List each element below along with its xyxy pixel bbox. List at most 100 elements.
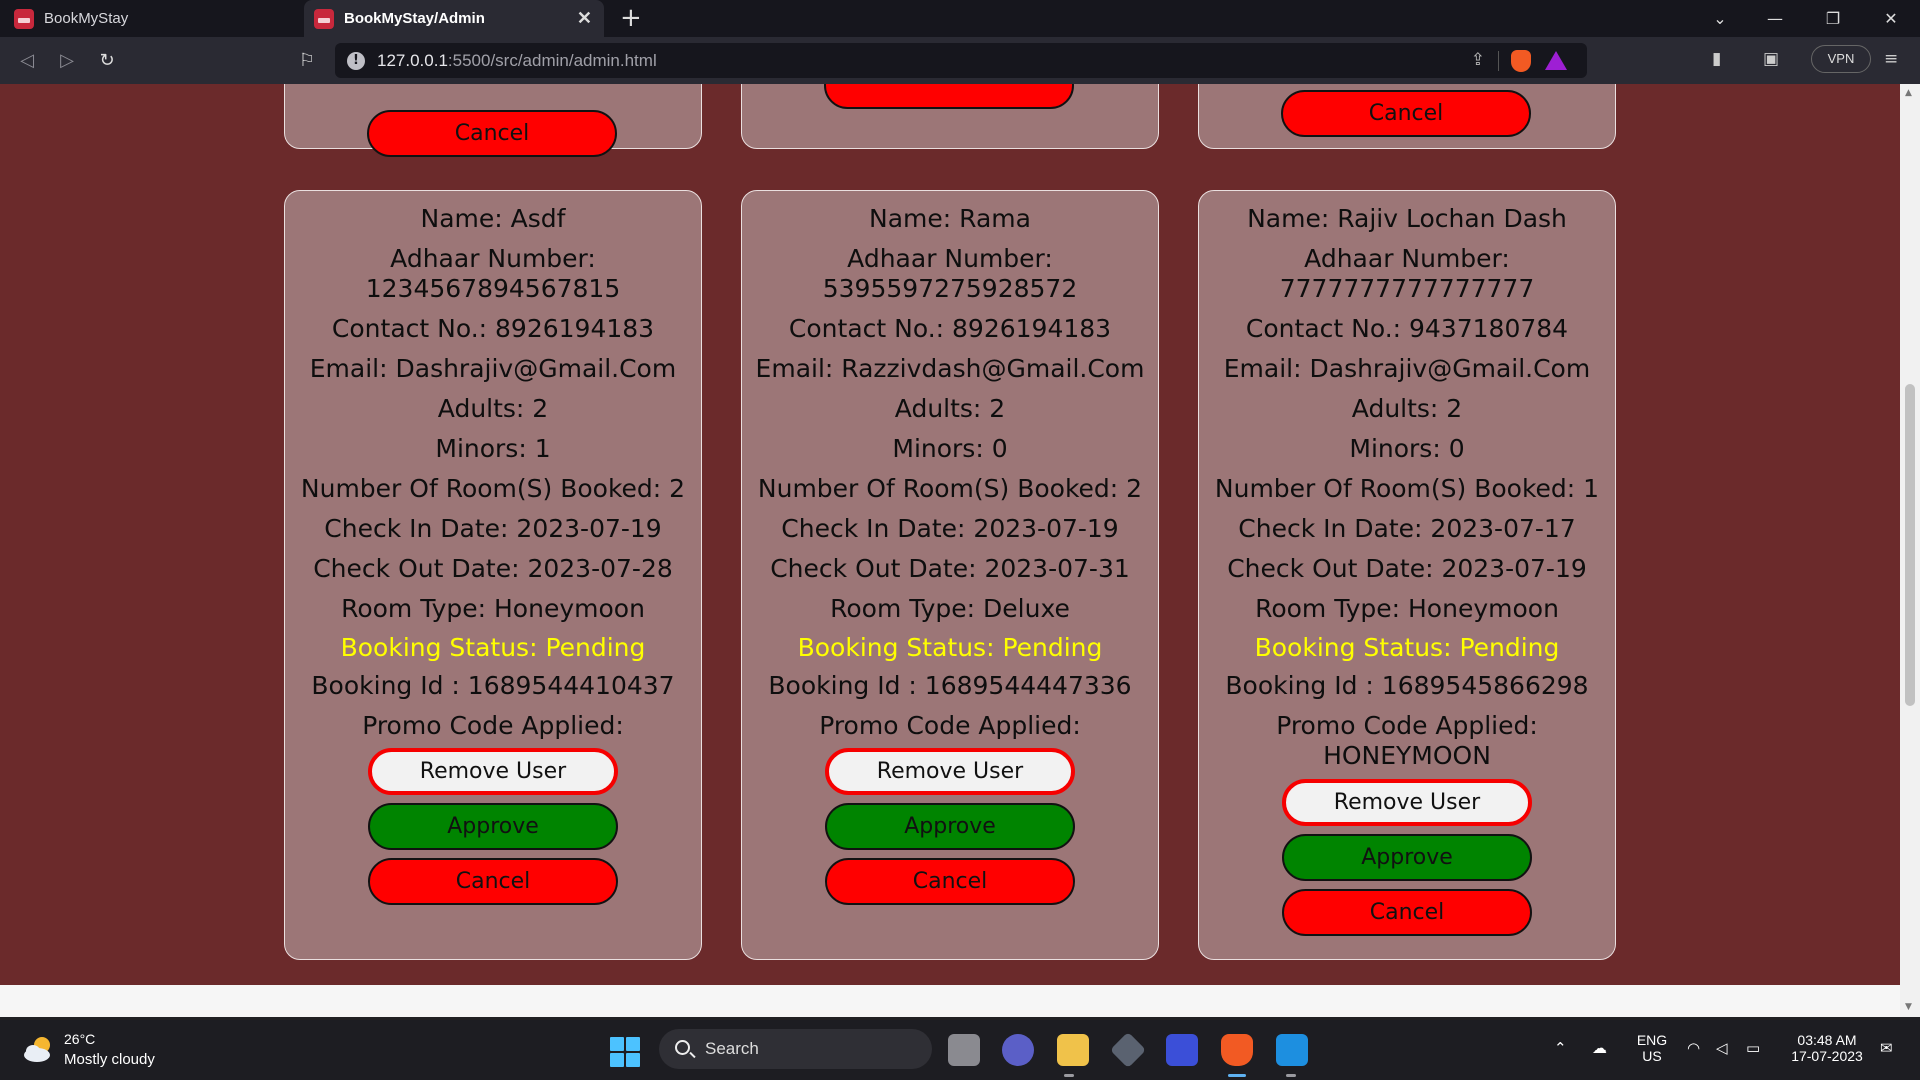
page-scrollbar[interactable]: ▲ ▼ [1900,84,1920,1017]
check-out-date: Check Out Date: 2023-07-31 [770,554,1130,583]
booking-status: Booking Status: Pending [1254,633,1560,662]
search-label: Search [705,1039,759,1058]
booking-id: Booking Id : 1689545866298 [1225,671,1589,700]
vpn-button[interactable]: VPN [1811,45,1871,73]
url-path: :5500/src/admin/admin.html [447,51,657,70]
rooms-booked: Number Of Room(S) Booked: 2 [757,474,1143,503]
app-icon[interactable] [1166,1034,1198,1066]
wifi-icon[interactable]: ◠ [1687,1039,1700,1057]
remove-user-button[interactable]: Remove User [1282,779,1532,826]
scroll-up-icon[interactable]: ▲ [1905,88,1912,98]
cancel-button[interactable] [824,84,1074,109]
volume-icon[interactable]: ◁ [1716,1039,1728,1057]
email: Email: Razzivdash@Gmail.Com [755,354,1145,383]
cancel-button[interactable]: Cancel [368,858,618,905]
cancel-button[interactable]: Cancel [1281,90,1531,137]
tab-bookmystay[interactable]: BookMyStay [0,0,300,37]
language-code: ENG [1636,1032,1668,1048]
cancel-button[interactable]: Cancel [1282,889,1532,936]
forward-icon[interactable]: ▷ [52,45,82,75]
windows-start-icon[interactable] [610,1037,640,1067]
email: Email: Dashrajiv@Gmail.Com [1223,354,1591,383]
booking-status: Booking Status: Pending [797,633,1103,662]
brave-shields-icon[interactable] [1511,50,1531,72]
room-type: Room Type: Honeymoon [341,594,645,623]
rooms-booked: Number Of Room(S) Booked: 1 [1214,474,1600,503]
close-window-icon[interactable]: ✕ [1868,0,1914,37]
share-icon[interactable]: ⇪ [1471,50,1485,70]
url-host: 127.0.0.1 [377,51,448,70]
battery-icon[interactable]: ▭ [1746,1039,1760,1057]
approve-button[interactable]: Approve [368,803,618,850]
adhaar-label: Adhaar Number: [847,244,1053,273]
check-out-date: Check Out Date: 2023-07-19 [1227,554,1587,583]
brave-rewards-icon[interactable] [1545,51,1567,70]
show-hidden-icons-chevron-icon[interactable]: ⌃ [1554,1039,1567,1057]
cancel-button[interactable]: Cancel [367,110,617,157]
active-app-indicator [1228,1074,1246,1077]
remove-user-button[interactable]: Remove User [825,748,1075,795]
contact-number: Contact No.: 9437180784 [1245,314,1569,343]
vscode-icon[interactable] [1276,1034,1308,1066]
browser-toolbar: ◁ ▷ ↻ ⚐ ! 127.0.0.1:5500/src/admin/admin… [0,37,1920,84]
booking-id: Booking Id : 1689544410437 [311,671,675,700]
scroll-down-icon[interactable]: ▼ [1905,1002,1912,1012]
contact-number: Contact No.: 8926194183 [788,314,1112,343]
onedrive-icon[interactable]: ☁ [1592,1039,1607,1057]
back-icon[interactable]: ◁ [12,45,42,75]
file-explorer-icon[interactable] [1057,1034,1089,1066]
adults-count: Adults: 2 [437,394,549,423]
running-indicator [1064,1074,1074,1077]
url-text[interactable]: 127.0.0.1:5500/src/admin/admin.html [377,51,657,71]
weather-temperature[interactable]: 26°C [64,1031,95,1047]
adults-count: Adults: 2 [894,394,1006,423]
guest-name: Name: Rama [869,204,1031,233]
wallet-icon[interactable]: ▣ [1763,49,1779,69]
clock-time: 03:48 AM [1797,1032,1857,1048]
tab-title: BookMyStay/Admin [344,10,485,27]
notifications-icon[interactable]: ✉ [1880,1039,1893,1057]
booking-card-partial: Cancel [284,84,702,157]
booking-card: Name: Rajiv Lochan Dash Adhaar Number: 77… [1198,190,1616,960]
sidebar-icon[interactable]: ▮ [1712,49,1721,69]
tab-list-chevron-icon[interactable]: ⌄ [1697,0,1743,37]
check-in-date: Check In Date: 2023-07-19 [324,514,662,543]
site-info-icon[interactable]: ! [347,52,365,70]
minors-count: Minors: 0 [892,434,1008,463]
task-view-icon[interactable] [948,1034,980,1066]
scrollbar-thumb[interactable] [1905,384,1915,706]
approve-button[interactable]: Approve [1282,834,1532,881]
menu-icon[interactable]: ≡ [1884,49,1898,69]
restore-icon[interactable]: ❐ [1810,0,1856,37]
check-in-date: Check In Date: 2023-07-17 [1238,514,1576,543]
brave-browser-icon[interactable] [1221,1034,1253,1066]
address-bar[interactable]: ! 127.0.0.1:5500/src/admin/admin.html ⇪ [335,43,1587,78]
adhaar-number: Adhaar Number: 7777777777777777 [1199,239,1615,309]
app-icon[interactable] [1109,1031,1147,1069]
keyboard-region: US [1642,1048,1662,1064]
reload-icon[interactable]: ↻ [92,45,122,75]
approve-button[interactable]: Approve [825,803,1075,850]
tab-admin[interactable]: BookMyStay/Admin ✕ [304,0,604,37]
booking-id: Booking Id : 1689544447336 [768,671,1132,700]
cancel-button[interactable]: Cancel [825,858,1075,905]
close-tab-icon[interactable]: ✕ [577,8,592,29]
new-tab-icon[interactable]: + [620,3,642,33]
site-favicon-icon [314,8,334,29]
language-indicator[interactable]: ENG US [1634,1032,1670,1064]
weather-description[interactable]: Mostly cloudy [64,1051,155,1068]
cloudy-weather-icon[interactable] [22,1034,56,1064]
email: Email: Dashrajiv@Gmail.Com [309,354,677,383]
taskbar-search[interactable]: Search [659,1029,932,1069]
running-indicator [1286,1074,1296,1077]
teams-chat-icon[interactable] [1002,1034,1034,1066]
check-in-date: Check In Date: 2023-07-19 [781,514,1119,543]
promo-code-label: Promo Code Applied: [362,711,624,740]
clock[interactable]: 03:48 AM 17-07-2023 [1782,1032,1872,1064]
adhaar-label: Adhaar Number: [390,244,596,273]
adhaar-value: 1234567894567815 [365,274,621,303]
bookmark-icon[interactable]: ⚐ [292,45,322,75]
minimize-icon[interactable]: — [1752,0,1798,37]
guest-name: Name: Rajiv Lochan Dash [1247,204,1567,233]
remove-user-button[interactable]: Remove User [368,748,618,795]
